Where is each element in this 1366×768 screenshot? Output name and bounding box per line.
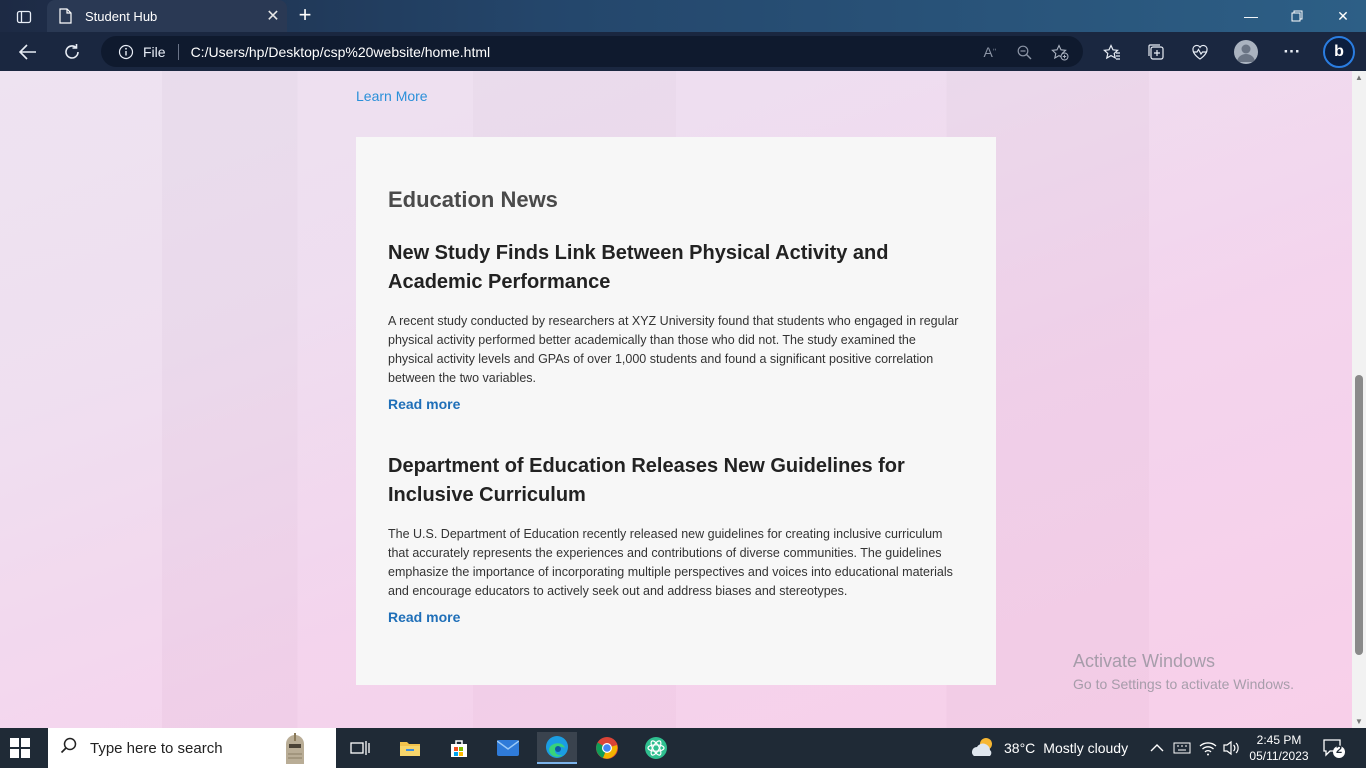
address-prefix: File <box>143 43 166 60</box>
watermark-subtitle: Go to Settings to activate Windows. <box>1073 676 1294 692</box>
minimize-icon[interactable]: — <box>1228 0 1274 32</box>
edge-browser-icon[interactable] <box>537 732 577 764</box>
clock-date: 05/11/2023 <box>1249 749 1309 763</box>
weather-widget[interactable]: 38°C Mostly cloudy <box>970 728 1128 768</box>
page-scrollbar[interactable]: ▲ ▼ <box>1352 71 1366 728</box>
browser-toolbar: File C:/Users/hp/Desktop/csp%20website/h… <box>0 32 1366 71</box>
weather-condition: Mostly cloudy <box>1043 740 1129 756</box>
url-text[interactable]: C:/Users/hp/Desktop/csp%20website/home.h… <box>191 44 491 60</box>
clock-time: 2:45 PM <box>1256 733 1302 747</box>
atom-app-icon[interactable] <box>636 732 676 764</box>
file-explorer-icon[interactable] <box>390 732 430 764</box>
more-options-icon[interactable]: ··· <box>1277 37 1307 67</box>
info-icon[interactable] <box>117 43 135 61</box>
page-icon <box>59 8 75 24</box>
volume-icon[interactable] <box>1222 728 1240 768</box>
notification-center-icon[interactable]: 2 <box>1322 737 1346 759</box>
collections-icon[interactable] <box>1141 37 1171 67</box>
zoom-out-icon[interactable] <box>1013 42 1035 62</box>
refresh-icon[interactable] <box>57 37 87 67</box>
system-clock[interactable]: 2:45 PM 05/11/2023 <box>1246 732 1312 764</box>
read-more-link[interactable]: Read more <box>388 396 964 412</box>
windows-taskbar: Type here to search 38°C Mostly cloudy 2… <box>0 728 1366 768</box>
microsoft-store-icon[interactable] <box>439 732 479 764</box>
notification-count: 2 <box>1335 744 1343 756</box>
back-arrow-icon[interactable] <box>13 37 43 67</box>
input-method-icon[interactable] <box>1173 728 1191 768</box>
tab-close-icon[interactable]: ✕ <box>259 6 287 26</box>
section-title: Education News <box>388 187 558 212</box>
article-body: The U.S. Department of Education recentl… <box>388 527 953 598</box>
address-bar[interactable]: File C:/Users/hp/Desktop/csp%20website/h… <box>101 36 1083 67</box>
read-aloud-icon[interactable]: A ʼʼ <box>979 42 1001 62</box>
page-viewport: Learn More Education News New Study Find… <box>0 71 1352 728</box>
browser-tab[interactable]: Student Hub ✕ <box>47 0 287 32</box>
profile-avatar[interactable] <box>1234 40 1258 64</box>
chrome-icon[interactable] <box>587 732 627 764</box>
taskbar-search[interactable]: Type here to search <box>48 728 336 768</box>
education-news-card: Education News New Study Finds Link Betw… <box>356 137 996 685</box>
address-separator <box>177 43 179 60</box>
bing-copilot-icon[interactable]: b <box>1323 36 1355 68</box>
task-view-icon[interactable] <box>340 732 380 764</box>
weather-temperature: 38°C <box>1004 740 1036 756</box>
search-placeholder: Type here to search <box>90 739 223 757</box>
scroll-up-icon[interactable]: ▲ <box>1355 73 1363 82</box>
new-tab-icon[interactable]: + <box>292 4 318 28</box>
read-more-link[interactable]: Read more <box>388 609 964 625</box>
favorites-icon[interactable] <box>1097 37 1127 67</box>
mail-icon[interactable] <box>488 732 528 764</box>
scroll-down-icon[interactable]: ▼ <box>1355 717 1363 726</box>
search-highlight-icon <box>280 730 310 766</box>
browser-essentials-icon[interactable] <box>1185 37 1215 67</box>
add-favorite-icon[interactable] <box>1049 42 1071 62</box>
watermark-title: Activate Windows <box>1073 651 1216 671</box>
news-article: Department of Education Releases New Gui… <box>388 452 964 625</box>
show-hidden-icons[interactable] <box>1150 728 1164 768</box>
article-title: Department of Education Releases New Gui… <box>388 455 905 506</box>
tab-title: Student Hub <box>85 8 158 24</box>
windows-start-icon[interactable] <box>10 738 30 758</box>
activate-windows-watermark: Activate Windows Go to Settings to activ… <box>1073 651 1294 692</box>
search-icon <box>60 737 78 760</box>
news-article: New Study Finds Link Between Physical Ac… <box>388 239 964 412</box>
tab-actions-icon[interactable] <box>8 4 40 30</box>
wifi-icon[interactable] <box>1199 728 1217 768</box>
cloudy-weather-icon <box>970 736 996 761</box>
article-title: New Study Finds Link Between Physical Ac… <box>388 242 889 293</box>
learn-more-link[interactable]: Learn More <box>356 88 428 104</box>
scrollbar-thumb[interactable] <box>1355 375 1363 655</box>
tab-bar: Student Hub ✕ + — ✕ <box>0 0 1366 32</box>
close-window-icon[interactable]: ✕ <box>1320 0 1366 32</box>
restore-icon[interactable] <box>1274 0 1320 32</box>
article-body: A recent study conducted by researchers … <box>388 314 959 385</box>
